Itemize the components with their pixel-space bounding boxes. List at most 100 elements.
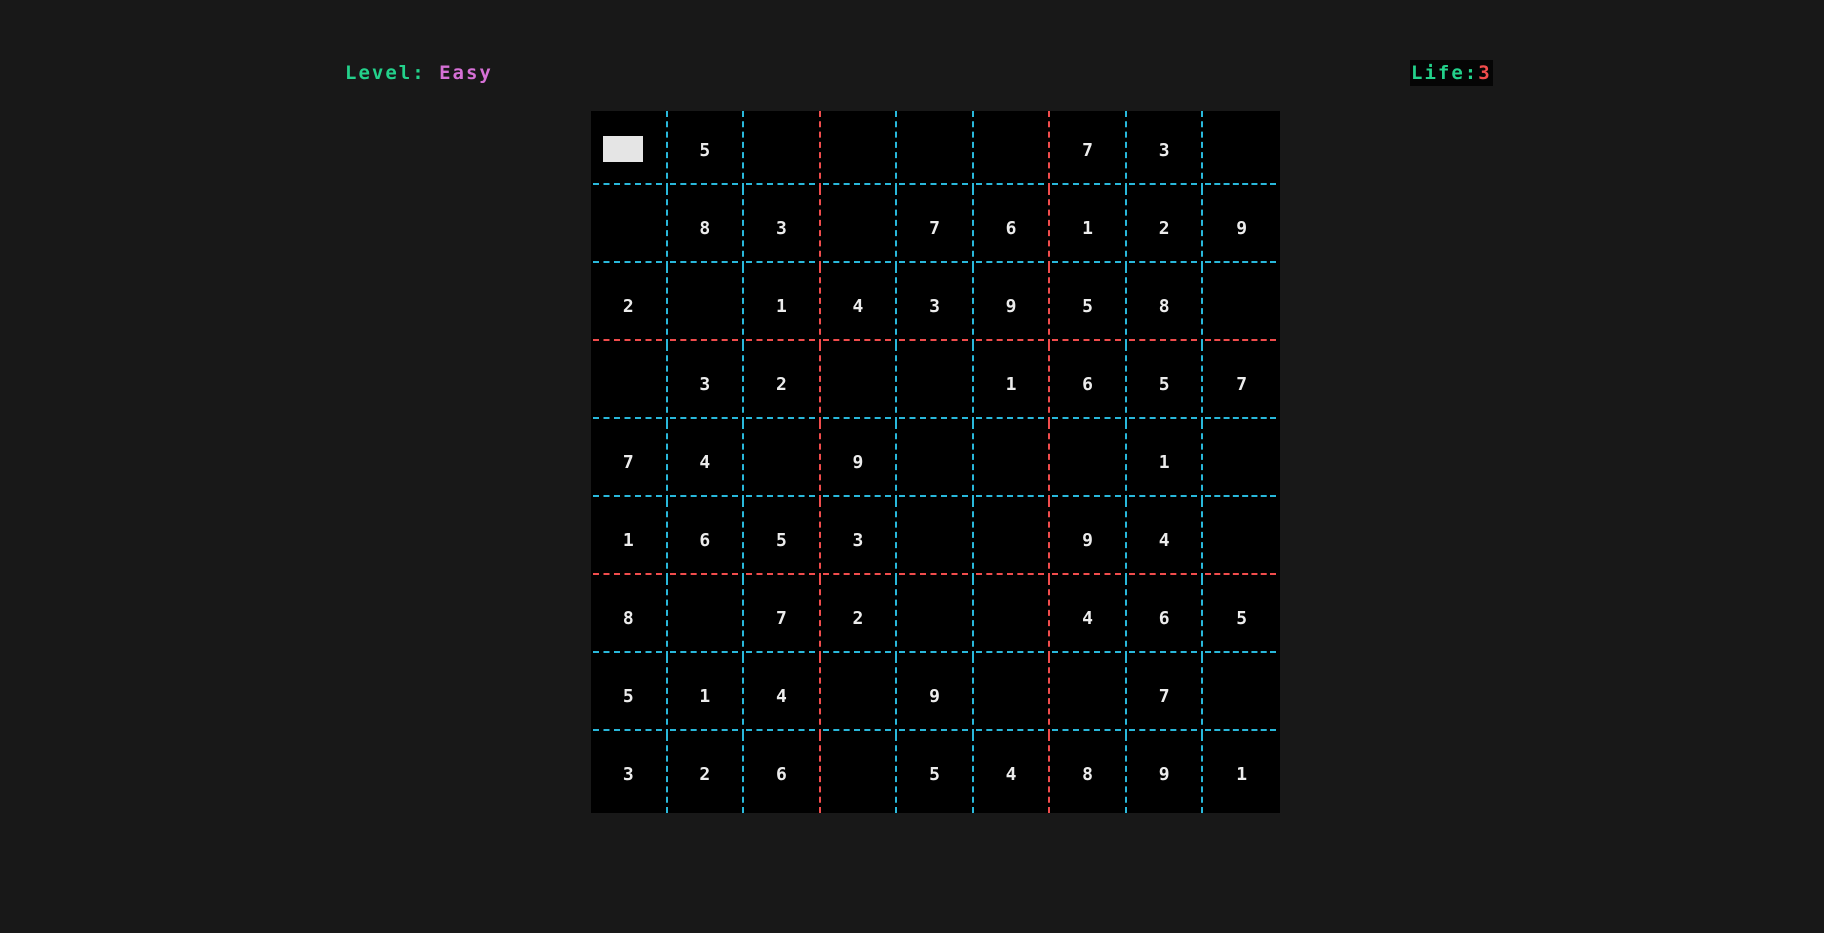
sudoku-app: Level: Easy Life:3 573837612921439583216… <box>0 0 1824 933</box>
sudoku-cell-r5-c1[interactable]: 7 <box>591 423 668 501</box>
sudoku-cell-r4-c8[interactable]: 5 <box>1127 345 1204 423</box>
sudoku-cell-r5-c2[interactable]: 4 <box>668 423 745 501</box>
sudoku-cell-r7-c7[interactable]: 4 <box>1050 579 1127 657</box>
cell-value: 9 <box>852 451 864 473</box>
sudoku-cell-r1-c3[interactable] <box>744 111 821 189</box>
sudoku-cell-r4-c3[interactable]: 2 <box>744 345 821 423</box>
sudoku-cell-r2-c5[interactable]: 7 <box>897 189 974 267</box>
sudoku-cell-r9-c4[interactable] <box>821 735 898 813</box>
cell-value: 2 <box>699 763 711 785</box>
sudoku-cell-r8-c7[interactable] <box>1050 657 1127 735</box>
sudoku-cell-r8-c1[interactable]: 5 <box>591 657 668 735</box>
sudoku-cell-r5-c9[interactable] <box>1203 423 1280 501</box>
cell-value: 7 <box>1236 373 1248 395</box>
sudoku-cell-r2-c4[interactable] <box>821 189 898 267</box>
sudoku-cell-r3-c1[interactable]: 2 <box>591 267 668 345</box>
sudoku-cell-r1-c2[interactable]: 5 <box>668 111 745 189</box>
sudoku-cell-r2-c8[interactable]: 2 <box>1127 189 1204 267</box>
sudoku-cell-r1-c1[interactable] <box>591 111 668 189</box>
sudoku-cell-r7-c3[interactable]: 7 <box>744 579 821 657</box>
sudoku-cell-r7-c9[interactable]: 5 <box>1203 579 1280 657</box>
sudoku-cell-r5-c6[interactable] <box>974 423 1051 501</box>
sudoku-cell-r9-c8[interactable]: 9 <box>1127 735 1204 813</box>
sudoku-cell-r5-c5[interactable] <box>897 423 974 501</box>
sudoku-cell-r7-c1[interactable]: 8 <box>591 579 668 657</box>
cell-value: 7 <box>622 451 634 473</box>
sudoku-cell-r7-c2[interactable] <box>668 579 745 657</box>
cell-value: 5 <box>1158 373 1170 395</box>
sudoku-cell-r8-c2[interactable]: 1 <box>668 657 745 735</box>
sudoku-cell-r8-c6[interactable] <box>974 657 1051 735</box>
sudoku-cell-r9-c9[interactable]: 1 <box>1203 735 1280 813</box>
sudoku-cell-r6-c2[interactable]: 6 <box>668 501 745 579</box>
sudoku-cell-r6-c1[interactable]: 1 <box>591 501 668 579</box>
cell-value: 6 <box>1082 373 1094 395</box>
cell-value: 4 <box>775 685 787 707</box>
sudoku-cell-r3-c8[interactable]: 8 <box>1127 267 1204 345</box>
sudoku-cell-r4-c7[interactable]: 6 <box>1050 345 1127 423</box>
sudoku-cell-r4-c9[interactable]: 7 <box>1203 345 1280 423</box>
cell-value: 8 <box>1082 763 1094 785</box>
sudoku-cell-r4-c2[interactable]: 3 <box>668 345 745 423</box>
sudoku-cell-r2-c7[interactable]: 1 <box>1050 189 1127 267</box>
sudoku-cell-r1-c9[interactable] <box>1203 111 1280 189</box>
sudoku-cell-r8-c3[interactable]: 4 <box>744 657 821 735</box>
sudoku-cell-r6-c3[interactable]: 5 <box>744 501 821 579</box>
cell-value: 4 <box>699 451 711 473</box>
sudoku-cell-r5-c4[interactable]: 9 <box>821 423 898 501</box>
sudoku-cell-r2-c6[interactable]: 6 <box>974 189 1051 267</box>
sudoku-cell-r4-c4[interactable] <box>821 345 898 423</box>
sudoku-cell-r6-c6[interactable] <box>974 501 1051 579</box>
sudoku-cell-r6-c9[interactable] <box>1203 501 1280 579</box>
sudoku-cell-r2-c9[interactable]: 9 <box>1203 189 1280 267</box>
sudoku-cell-r3-c3[interactable]: 1 <box>744 267 821 345</box>
sudoku-cell-r7-c6[interactable] <box>974 579 1051 657</box>
sudoku-cell-r9-c6[interactable]: 4 <box>974 735 1051 813</box>
cell-value: 2 <box>622 295 634 317</box>
sudoku-cell-r4-c5[interactable] <box>897 345 974 423</box>
sudoku-cell-r9-c5[interactable]: 5 <box>897 735 974 813</box>
sudoku-cell-r5-c3[interactable] <box>744 423 821 501</box>
sudoku-cell-r6-c4[interactable]: 3 <box>821 501 898 579</box>
sudoku-cell-r7-c4[interactable]: 2 <box>821 579 898 657</box>
sudoku-cell-r1-c5[interactable] <box>897 111 974 189</box>
sudoku-cell-r4-c6[interactable]: 1 <box>974 345 1051 423</box>
sudoku-cell-r9-c3[interactable]: 6 <box>744 735 821 813</box>
sudoku-cell-r3-c2[interactable] <box>668 267 745 345</box>
cell-value: 9 <box>1236 217 1248 239</box>
cell-value: 6 <box>1005 217 1017 239</box>
sudoku-cell-r8-c8[interactable]: 7 <box>1127 657 1204 735</box>
sudoku-cell-r4-c1[interactable] <box>591 345 668 423</box>
sudoku-cell-r5-c8[interactable]: 1 <box>1127 423 1204 501</box>
sudoku-cell-r8-c9[interactable] <box>1203 657 1280 735</box>
sudoku-cell-r7-c8[interactable]: 6 <box>1127 579 1204 657</box>
sudoku-cell-r1-c6[interactable] <box>974 111 1051 189</box>
sudoku-cell-r1-c7[interactable]: 7 <box>1050 111 1127 189</box>
sudoku-cell-r2-c3[interactable]: 3 <box>744 189 821 267</box>
sudoku-cell-r3-c7[interactable]: 5 <box>1050 267 1127 345</box>
cell-value: 3 <box>1158 139 1170 161</box>
cell-value: 4 <box>852 295 864 317</box>
sudoku-cell-r2-c1[interactable] <box>591 189 668 267</box>
sudoku-cell-r3-c9[interactable] <box>1203 267 1280 345</box>
cell-value: 6 <box>1158 607 1170 629</box>
cell-value: 9 <box>1158 763 1170 785</box>
sudoku-cell-r9-c1[interactable]: 3 <box>591 735 668 813</box>
sudoku-cell-r6-c5[interactable] <box>897 501 974 579</box>
sudoku-cell-r2-c2[interactable]: 8 <box>668 189 745 267</box>
sudoku-cell-r3-c6[interactable]: 9 <box>974 267 1051 345</box>
sudoku-cell-r9-c7[interactable]: 8 <box>1050 735 1127 813</box>
sudoku-cell-r7-c5[interactable] <box>897 579 974 657</box>
sudoku-cell-r6-c8[interactable]: 4 <box>1127 501 1204 579</box>
sudoku-cell-r5-c7[interactable] <box>1050 423 1127 501</box>
sudoku-cell-r3-c5[interactable]: 3 <box>897 267 974 345</box>
sudoku-cell-r9-c2[interactable]: 2 <box>668 735 745 813</box>
life-label: Life: <box>1411 62 1479 84</box>
sudoku-cell-r8-c4[interactable] <box>821 657 898 735</box>
sudoku-cell-r1-c8[interactable]: 3 <box>1127 111 1204 189</box>
sudoku-cell-r3-c4[interactable]: 4 <box>821 267 898 345</box>
sudoku-cell-r1-c4[interactable] <box>821 111 898 189</box>
cell-value: 3 <box>622 763 634 785</box>
sudoku-cell-r8-c5[interactable]: 9 <box>897 657 974 735</box>
sudoku-cell-r6-c7[interactable]: 9 <box>1050 501 1127 579</box>
